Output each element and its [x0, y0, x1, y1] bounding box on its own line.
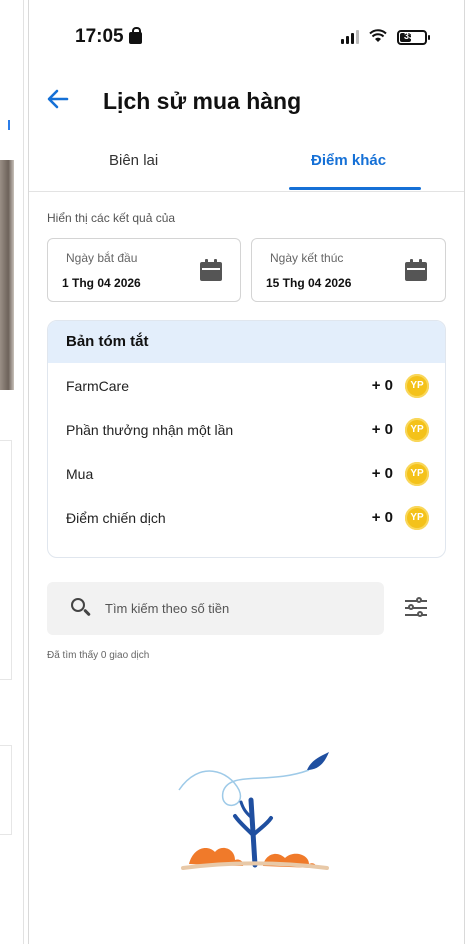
tab-receipts[interactable]: Biên lai [109, 152, 158, 169]
end-date-field[interactable]: Ngày kết thúc 15 Thg 04 2026 [251, 238, 446, 302]
summary-row: Điểm chiến dịch + 0 YP [48, 497, 445, 541]
summary-title: Bản tóm tắt [48, 321, 445, 363]
search-amount-input[interactable]: Tìm kiếm theo số tiền [47, 582, 384, 635]
previous-screen-photo [0, 160, 14, 390]
summary-row-points: + 0 [371, 509, 393, 526]
summary-row-name: Mua [66, 466, 94, 482]
summary-row-name: Phần thưởng nhận một lần [66, 422, 234, 438]
status-bar: 17:05 33 [29, 20, 464, 54]
active-tab-indicator [289, 187, 421, 190]
previous-screen-sliver [0, 0, 24, 944]
coin-label: YP [410, 380, 424, 391]
purchase-history-screen: 17:05 33 Lịch sử mua hàng Biên lai Điểm … [28, 0, 465, 944]
summary-row-points: + 0 [371, 465, 393, 482]
previous-screen-edge [8, 120, 10, 130]
coin-icon: YP [405, 506, 429, 530]
filter-label: Hiển thị các kết quả của [47, 211, 176, 225]
battery-icon: 33 [397, 30, 430, 45]
coin-label: YP [410, 424, 424, 435]
end-date-label: Ngày kết thúc [270, 251, 344, 265]
summary-row: FarmCare + 0 YP [48, 365, 445, 409]
wifi-icon [369, 29, 387, 47]
start-date-field[interactable]: Ngày bắt đầu 1 Thg 04 2026 [47, 238, 241, 302]
battery-level: 33 [404, 31, 415, 41]
calendar-icon[interactable] [200, 259, 222, 281]
coin-icon: YP [405, 462, 429, 486]
previous-screen-card [0, 745, 12, 835]
summary-row-name: Điểm chiến dịch [66, 510, 166, 526]
page-title: Lịch sử mua hàng [103, 88, 302, 114]
coin-label: YP [410, 512, 424, 523]
status-time: 17:05 [75, 26, 124, 47]
filter-icon[interactable] [404, 596, 428, 620]
start-date-value: 1 Thg 04 2026 [62, 276, 141, 290]
summary-row-points: + 0 [371, 377, 393, 394]
result-count: Đã tìm thấy 0 giao dịch [47, 650, 150, 661]
summary-row-name: FarmCare [66, 378, 130, 394]
tab-other-points[interactable]: Điểm khác [311, 152, 386, 169]
summary-card: Bản tóm tắt FarmCare + 0 YP Phần thưởng … [47, 320, 446, 558]
empty-state-illustration [178, 752, 329, 870]
previous-screen-card [0, 440, 12, 680]
tab-bar: Biên lai Điểm khác [29, 140, 464, 192]
summary-row: Phần thưởng nhận một lần + 0 YP [48, 409, 445, 453]
summary-row-points: + 0 [371, 421, 393, 438]
summary-row: Mua + 0 YP [48, 453, 445, 497]
back-arrow-icon[interactable] [45, 86, 75, 116]
start-date-label: Ngày bắt đầu [66, 251, 138, 265]
calendar-icon[interactable] [405, 259, 427, 281]
search-placeholder: Tìm kiếm theo số tiền [105, 601, 230, 616]
coin-icon: YP [405, 374, 429, 398]
lock-icon [129, 27, 142, 44]
coin-label: YP [410, 468, 424, 479]
coin-icon: YP [405, 418, 429, 442]
end-date-value: 15 Thg 04 2026 [266, 276, 352, 290]
signal-icon [341, 30, 361, 44]
search-icon [71, 598, 91, 617]
